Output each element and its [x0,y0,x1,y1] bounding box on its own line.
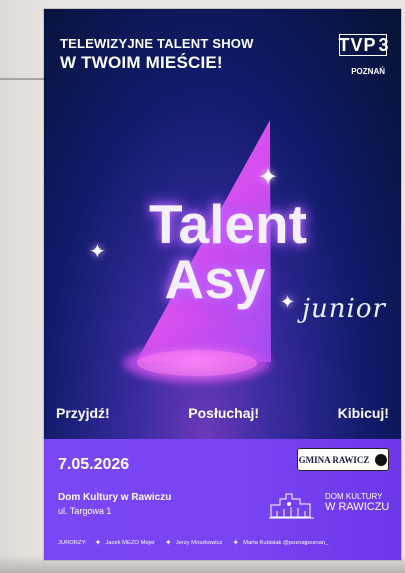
dom-kultury-building-icon [269,493,314,519]
jury-name: Jerzy Moszkowicz [175,540,223,546]
dom-kultury-logo-text: DOM KULTURY W RAWICZU [325,492,389,513]
venue-name: Dom Kultury w Rawiczu [58,492,172,503]
poster: TELEWIZYJNE TALENT SHOW W TWOIM MIEŚCIE!… [44,9,401,560]
venue-block: Dom Kultury w Rawiczu ul. Targowa 1 [58,492,171,516]
gmina-rawicz-logo: GMINA RAWICZ [297,448,389,471]
action-row: Przyjdź! Posłuchaj! Kibicuj! [56,401,389,425]
dk-line-2: W RAWICZU [325,501,390,513]
venue-address: ul. Targowa 1 [58,506,112,516]
jury-member: ✦ Marta Kubisiak @poznajpoznan_ [232,539,328,547]
star-icon: ✦ [94,538,102,547]
action-listen: Posłuchaj! [188,405,260,421]
jury-name: Jacek MEZO Mejer [105,540,155,546]
station-label: POZNAŃ [351,67,385,76]
tvp-number: 3 [378,34,390,55]
jury-member: ✦ Jerzy Moszkowicz [165,539,222,547]
star-icon: ✦ [164,538,172,547]
dk-line-1: DOM KULTURY [325,492,383,501]
star-icon: ✦ [232,538,240,547]
jury-label: JURORZY: [58,540,87,546]
headline: TELEWIZYJNE TALENT SHOW W TWOIM MIEŚCIE! [60,35,254,73]
jury-name: Marta Kubisiak @poznajpoznan_ [243,540,329,546]
headline-line-2: W TWOIM MIEŚCIE! [60,53,223,72]
logo-junior: junior [302,294,386,324]
logo-talent: Talent [149,193,307,255]
jury-row: JURORZY: ✦ Jacek MEZO Mejer ✦ Jerzy Mosz… [58,539,389,547]
action-cheer: Kibicuj! [337,405,389,421]
jury-member: ✦ Jacek MEZO Mejer [95,539,155,547]
action-come: Przyjdź! [56,405,110,421]
gmina-label: GMINA RAWICZ [298,454,370,465]
tvp-logo: TVP 3 [338,34,390,56]
gmina-emblem-icon [375,453,388,466]
event-date: 7.05.2026 [58,456,130,473]
sparkle-icon: ✦ [258,163,279,191]
headline-line-1: TELEWIZYJNE TALENT SHOW [60,36,254,51]
tvp-text: TVP [338,34,377,55]
